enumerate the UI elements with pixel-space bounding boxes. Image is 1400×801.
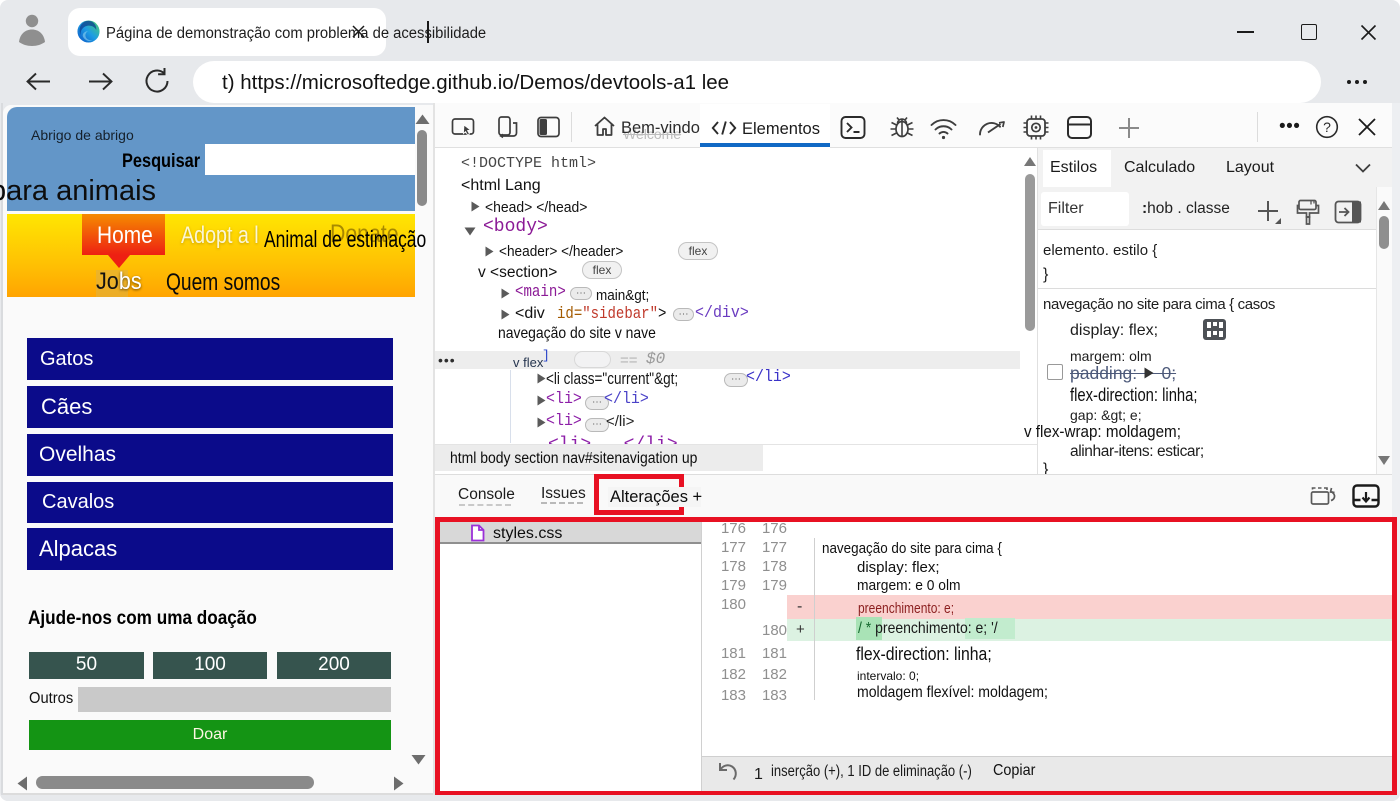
svg-text:?: ? xyxy=(1323,119,1331,135)
